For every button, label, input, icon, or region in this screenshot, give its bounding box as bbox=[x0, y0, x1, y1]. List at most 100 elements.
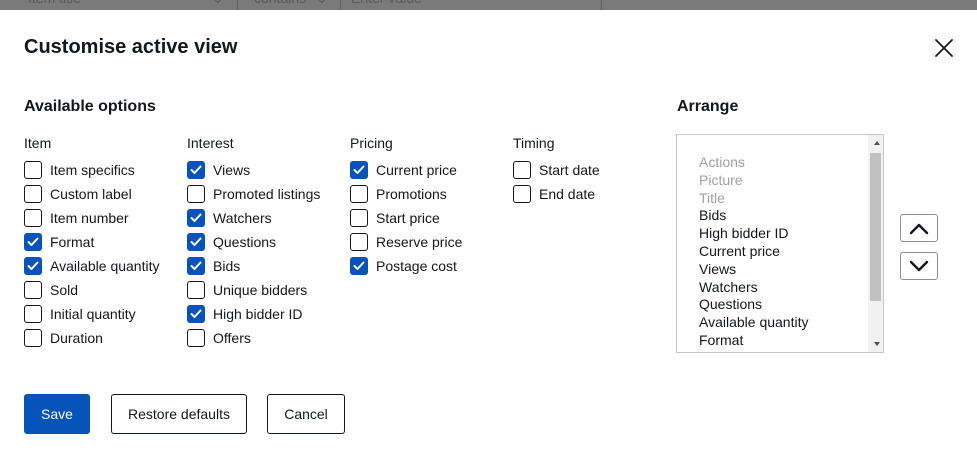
checkbox[interactable] bbox=[350, 233, 368, 251]
column-heading: Interest bbox=[187, 135, 234, 151]
close-button[interactable] bbox=[930, 34, 958, 62]
arrange-item[interactable]: Bids bbox=[699, 207, 808, 225]
options-column-pricing: Pricing Current price Promotions Start pric… bbox=[350, 134, 462, 278]
arrange-item[interactable]: Format bbox=[699, 332, 808, 350]
option-views[interactable]: Views bbox=[187, 158, 320, 182]
checkbox[interactable] bbox=[187, 257, 205, 275]
checkbox[interactable] bbox=[187, 281, 205, 299]
option-label: Offers bbox=[213, 330, 251, 346]
option-sold[interactable]: Sold bbox=[24, 278, 159, 302]
option-initial-quantity[interactable]: Initial quantity bbox=[24, 302, 159, 326]
column-heading: Pricing bbox=[350, 135, 393, 151]
arrange-item: Title bbox=[699, 189, 725, 206]
checkmark-icon bbox=[190, 237, 202, 246]
option-custom-label[interactable]: Custom label bbox=[24, 182, 159, 206]
arrange-item[interactable]: Views bbox=[699, 261, 808, 279]
option-label: Item number bbox=[50, 210, 129, 226]
checkbox[interactable] bbox=[24, 329, 42, 347]
arrange-item[interactable]: Watchers bbox=[699, 279, 808, 297]
option-current-price[interactable]: Current price bbox=[350, 158, 462, 182]
option-label: Start price bbox=[376, 210, 440, 226]
backdrop-item-title-select: Item title bbox=[28, 0, 81, 8]
option-promoted-listings[interactable]: Promoted listings bbox=[187, 182, 320, 206]
option-label: Current price bbox=[376, 162, 457, 178]
option-bids[interactable]: Bids bbox=[187, 254, 320, 278]
option-reserve-price[interactable]: Reserve price bbox=[350, 230, 462, 254]
checkbox[interactable] bbox=[187, 209, 205, 227]
checkbox[interactable] bbox=[24, 257, 42, 275]
option-end-date[interactable]: End date bbox=[513, 182, 600, 206]
move-down-button[interactable] bbox=[900, 252, 938, 280]
arrange-item[interactable]: Questions bbox=[699, 296, 808, 314]
scroll-down-arrow-icon[interactable] bbox=[874, 342, 880, 346]
checkbox[interactable] bbox=[187, 233, 205, 251]
option-item-number[interactable]: Item number bbox=[24, 206, 159, 230]
option-label: Unique bidders bbox=[213, 282, 308, 298]
cancel-button[interactable]: Cancel bbox=[267, 394, 345, 434]
checkbox[interactable] bbox=[350, 257, 368, 275]
option-start-date[interactable]: Start date bbox=[513, 158, 600, 182]
checkbox[interactable] bbox=[350, 209, 368, 227]
option-unique-bidders[interactable]: Unique bidders bbox=[187, 278, 320, 302]
move-up-button[interactable] bbox=[900, 214, 938, 242]
chevron-up-icon bbox=[909, 223, 929, 235]
arrange-item[interactable]: Available quantity bbox=[699, 314, 808, 332]
option-label: Available quantity bbox=[50, 258, 160, 274]
checkbox[interactable] bbox=[187, 329, 205, 347]
checkbox[interactable] bbox=[187, 161, 205, 179]
backdrop-condition-select: contains bbox=[254, 0, 306, 8]
column-heading: Timing bbox=[513, 135, 555, 151]
checkmark-icon bbox=[27, 261, 39, 270]
option-high-bidder-id[interactable]: High bidder ID bbox=[187, 302, 320, 326]
arrange-item[interactable]: Current price bbox=[699, 243, 808, 261]
scrollbar-thumb[interactable] bbox=[870, 153, 881, 301]
option-label: Format bbox=[50, 234, 95, 250]
options-column-timing: Timing Start date End date bbox=[513, 134, 600, 206]
checkbox[interactable] bbox=[24, 233, 42, 251]
option-label: Promotions bbox=[376, 186, 447, 202]
checkmark-icon bbox=[353, 261, 365, 270]
option-format[interactable]: Format bbox=[24, 230, 159, 254]
option-promotions[interactable]: Promotions bbox=[350, 182, 462, 206]
save-button[interactable]: Save bbox=[24, 394, 90, 434]
arrange-item: Picture bbox=[699, 171, 743, 188]
restore-defaults-button[interactable]: Restore defaults bbox=[111, 394, 247, 434]
option-label: Views bbox=[213, 162, 251, 178]
checkbox[interactable] bbox=[513, 161, 531, 179]
arrange-listbox[interactable]: Actions Picture Title Bids High bidder ID Cur… bbox=[676, 134, 884, 353]
checkbox[interactable] bbox=[24, 185, 42, 203]
checkmark-icon bbox=[353, 165, 365, 174]
option-available-quantity[interactable]: Available quantity bbox=[24, 254, 159, 278]
option-postage-cost[interactable]: Postage cost bbox=[350, 254, 462, 278]
option-offers[interactable]: Offers bbox=[187, 326, 320, 350]
chevron-down-icon bbox=[909, 260, 929, 272]
checkmark-icon bbox=[190, 165, 202, 174]
checkbox[interactable] bbox=[350, 161, 368, 179]
checkbox[interactable] bbox=[24, 161, 42, 179]
checkbox[interactable] bbox=[24, 209, 42, 227]
option-label: Custom label bbox=[50, 186, 132, 202]
option-item-specifics[interactable]: Item specifics bbox=[24, 158, 159, 182]
checkbox[interactable] bbox=[513, 185, 531, 203]
option-questions[interactable]: Questions bbox=[187, 230, 320, 254]
checkbox[interactable] bbox=[187, 185, 205, 203]
checkbox[interactable] bbox=[24, 305, 42, 323]
option-label: Bids bbox=[213, 258, 241, 274]
arrange-title: Arrange bbox=[677, 98, 739, 115]
option-start-price[interactable]: Start price bbox=[350, 206, 462, 230]
option-duration[interactable]: Duration bbox=[24, 326, 159, 350]
options-column-item: Item Item specifics Custom label Item numbe… bbox=[24, 134, 159, 350]
option-label: Questions bbox=[213, 234, 277, 250]
option-watchers[interactable]: Watchers bbox=[187, 206, 320, 230]
option-label: Start date bbox=[539, 162, 600, 178]
checkbox[interactable] bbox=[24, 281, 42, 299]
checkbox[interactable] bbox=[187, 305, 205, 323]
arrange-item: Actions bbox=[699, 154, 745, 170]
arrange-item[interactable]: High bidder ID bbox=[699, 225, 808, 243]
scroll-up-arrow-icon[interactable] bbox=[874, 141, 880, 145]
option-label: Duration bbox=[50, 330, 103, 346]
option-label: Watchers bbox=[213, 210, 272, 226]
arrange-scrollbar[interactable] bbox=[868, 135, 883, 352]
checkbox[interactable] bbox=[350, 185, 368, 203]
backdrop-divider bbox=[237, 0, 238, 10]
